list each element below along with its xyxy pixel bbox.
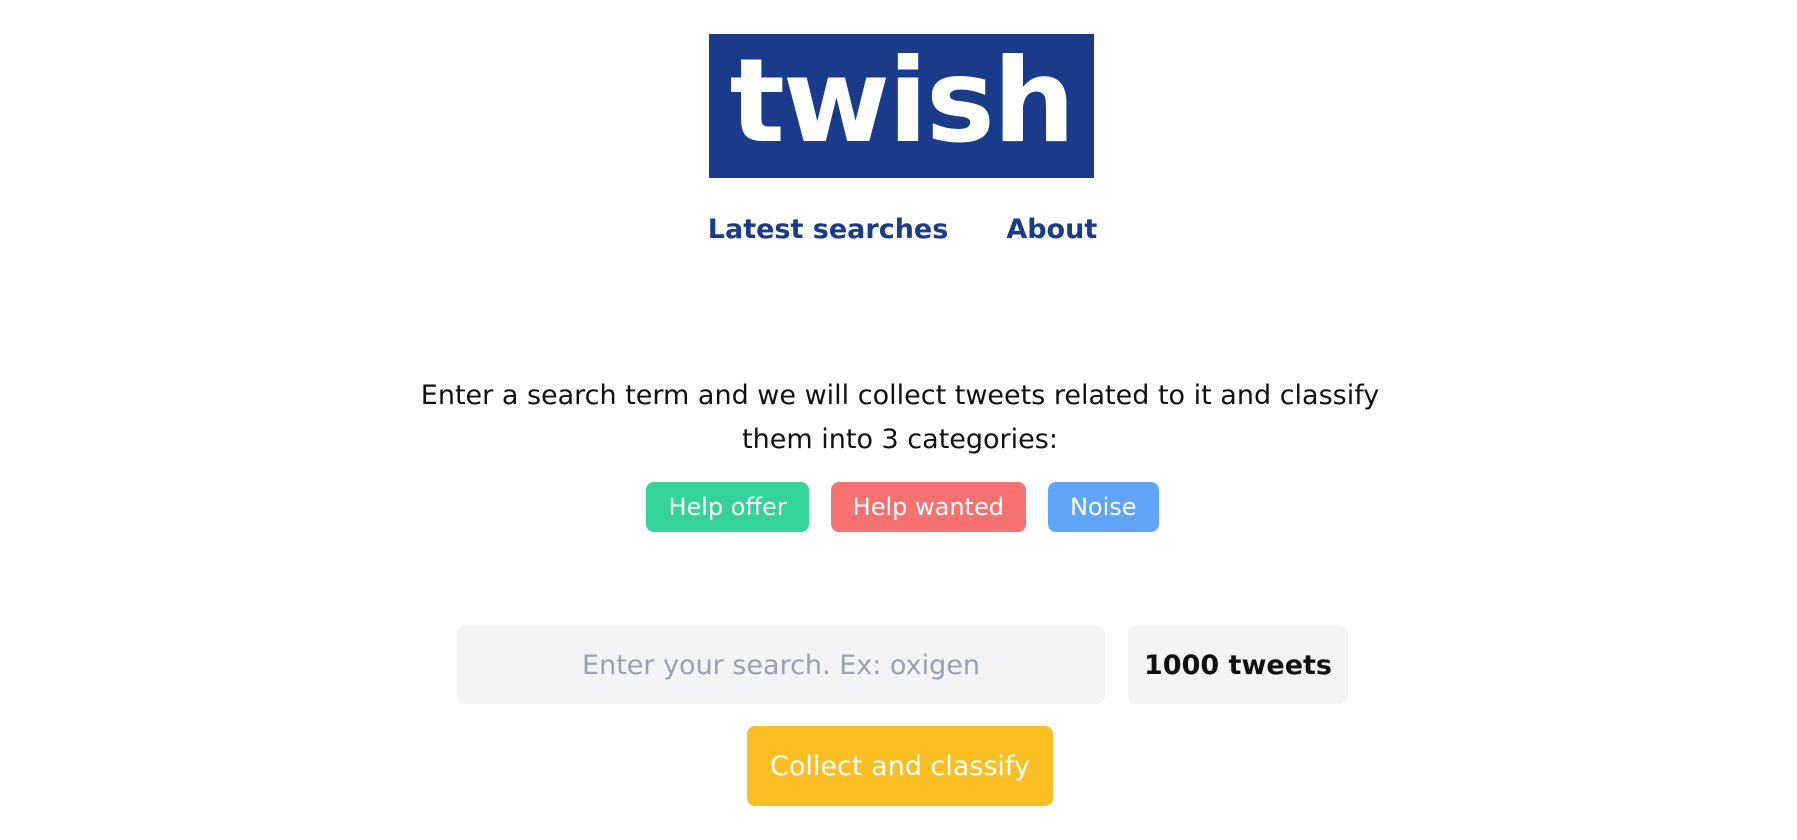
badge-help-offer: Help offer (646, 482, 809, 532)
badge-help-wanted: Help wanted (830, 482, 1026, 532)
nav-latest-searches[interactable]: Latest searches (708, 214, 949, 245)
logo[interactable]: twish (709, 34, 1094, 178)
nav-about[interactable]: About (1006, 214, 1097, 245)
category-badges: Help offer Help wanted Noise (4, 482, 1797, 532)
collect-and-classify-button[interactable]: Collect and classify (747, 726, 1053, 806)
tweet-count-select[interactable]: 1000 tweets (1128, 626, 1348, 704)
search-row: 1000 tweets (457, 626, 1348, 704)
badge-noise: Noise (1047, 482, 1159, 532)
intro-text: Enter a search term and we will collect … (420, 380, 1380, 455)
logo-text: twish (729, 34, 1075, 169)
page: twish Latest searches About Enter a sear… (0, 0, 1797, 840)
search-input[interactable] (457, 626, 1105, 704)
tweet-count-value: 1000 tweets (1144, 649, 1332, 681)
main-nav: Latest searches About (4, 214, 1797, 245)
